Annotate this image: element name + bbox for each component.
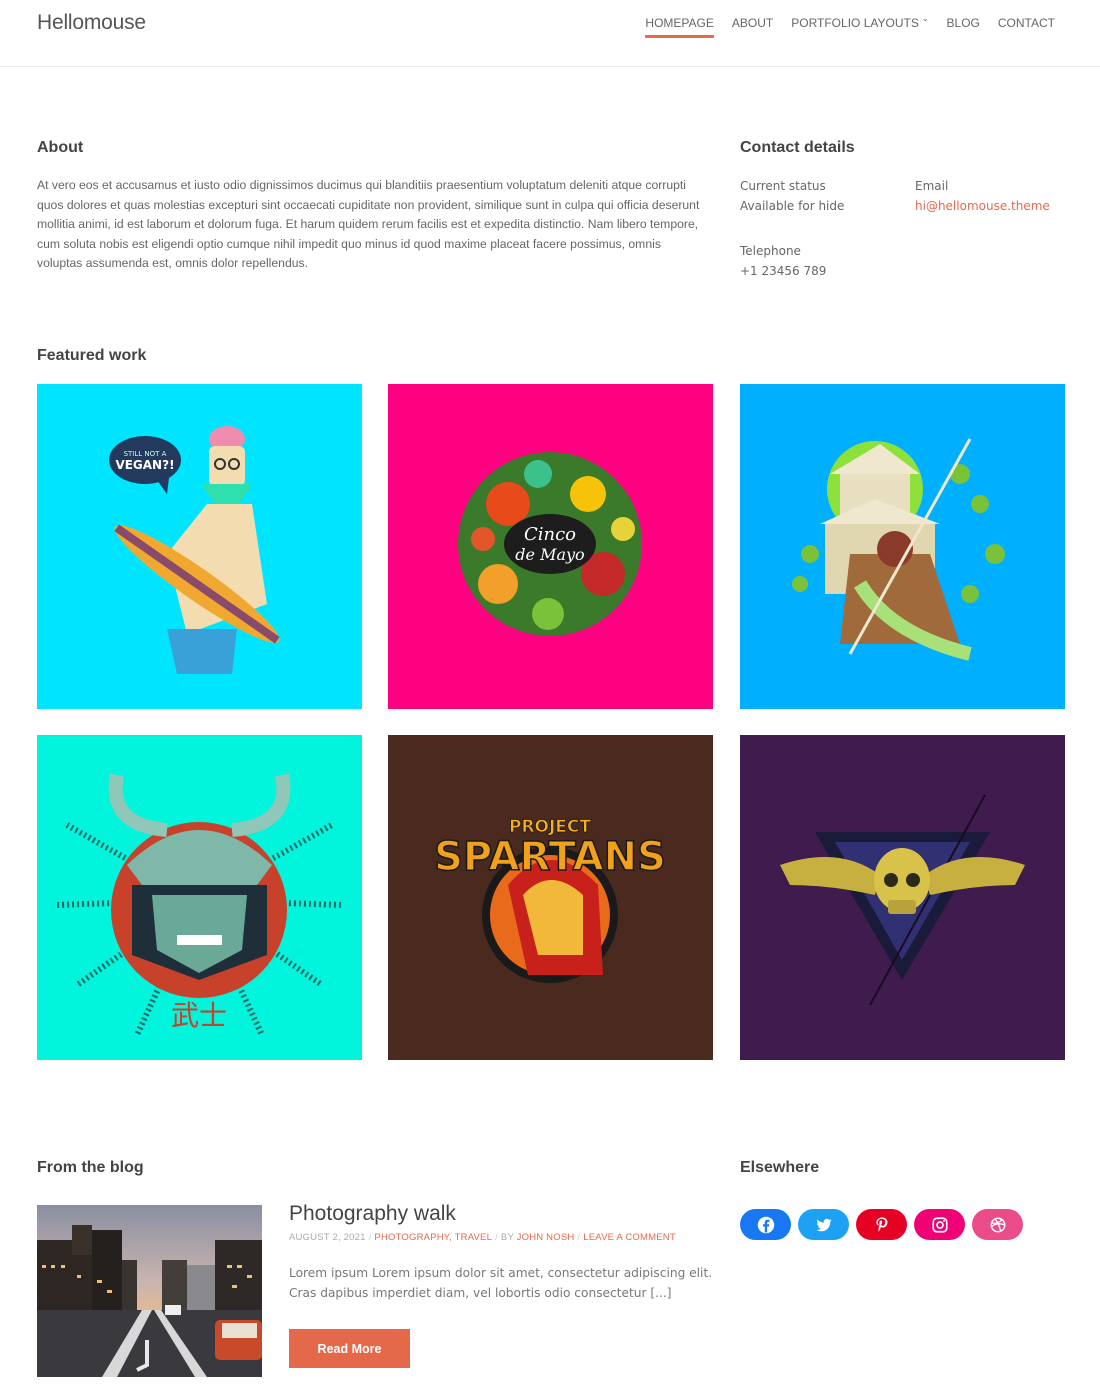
category-link-travel[interactable]: TRAVEL xyxy=(455,1232,492,1243)
nav-blog[interactable]: BLOG xyxy=(947,16,980,38)
dribbble-icon xyxy=(990,1217,1005,1232)
contact-email: Email hi@hellomouse.theme xyxy=(915,177,1085,216)
contact-status: Current status Available for hide xyxy=(740,177,910,216)
post-title[interactable]: Photography walk xyxy=(289,1202,456,1226)
dribbble-link[interactable] xyxy=(972,1209,1023,1240)
city-street-photo xyxy=(37,1205,262,1377)
nav-homepage[interactable]: HOMEPAGE xyxy=(645,16,715,38)
samurai-mask-artwork: 武士 xyxy=(37,735,362,1060)
site-header: Hellomouse HOMEPAGE ABOUT PORTFOLIO LAYO… xyxy=(0,0,1100,67)
chevron-down-icon: ⌄ xyxy=(921,14,929,23)
post-meta: AUGUST 2, 2021/PHOTOGRAPHY, TRAVEL / BY JO… xyxy=(289,1232,676,1243)
site-title[interactable]: Hellomouse xyxy=(37,11,146,35)
portfolio-item-cinco-de-mayo[interactable]: Cinco de Mayo xyxy=(388,384,713,709)
nav-label: BLOG xyxy=(946,16,980,30)
phone-label: Telephone xyxy=(740,244,801,258)
winged-skull-artwork xyxy=(740,735,1065,1060)
author-link[interactable]: JOHN NOSH xyxy=(517,1232,575,1243)
by-label: BY xyxy=(500,1232,514,1243)
portfolio-item-vegan-skater[interactable]: STILL NOT A VEGAN?! xyxy=(37,384,362,709)
nav-portfolio-layouts[interactable]: PORTFOLIO LAYOUTS ⌄ xyxy=(791,14,929,38)
pinterest-icon xyxy=(875,1217,887,1231)
elsewhere-heading: Elsewhere xyxy=(740,1159,820,1176)
twitter-icon xyxy=(816,1218,832,1231)
instagram-link[interactable] xyxy=(914,1209,965,1240)
svg-text:武士: 武士 xyxy=(171,999,227,1032)
portfolio-item-project-spartans[interactable]: PROJECT SPARTANS xyxy=(388,735,713,1060)
svg-text:STILL NOT A: STILL NOT A xyxy=(124,450,167,458)
meta-separator: / xyxy=(495,1232,498,1243)
svg-text:SPARTANS: SPARTANS xyxy=(434,834,666,880)
nav-label: CONTACT xyxy=(997,16,1055,30)
samurai-castle-artwork xyxy=(740,384,1065,709)
facebook-icon xyxy=(757,1216,774,1233)
pinterest-link[interactable] xyxy=(856,1209,907,1240)
post-date: AUGUST 2, 2021 xyxy=(289,1232,366,1243)
nav-label: ABOUT xyxy=(731,16,774,30)
vegan-skater-artwork: STILL NOT A VEGAN?! xyxy=(37,384,362,709)
meta-separator: / xyxy=(368,1232,372,1243)
nav-label: PORTFOLIO LAYOUTS xyxy=(791,16,919,30)
instagram-icon xyxy=(931,1216,948,1233)
phone-value: +1 23456 789 xyxy=(740,263,827,278)
blog-heading: From the blog xyxy=(37,1159,144,1176)
status-value: Available for hide xyxy=(740,198,845,213)
meta-separator: / xyxy=(577,1232,581,1243)
post-thumbnail[interactable] xyxy=(37,1205,262,1377)
comment-link[interactable]: LEAVE A COMMENT xyxy=(583,1232,676,1243)
featured-heading: Featured work xyxy=(37,347,147,364)
email-link[interactable]: hi@hellomouse.theme xyxy=(915,197,1085,217)
svg-text:de Mayo: de Mayo xyxy=(515,545,584,564)
portfolio-item-samurai-mask[interactable]: 武士 xyxy=(37,735,362,1060)
project-spartans-artwork: PROJECT SPARTANS xyxy=(388,735,713,1060)
email-label: Email xyxy=(915,179,949,193)
portfolio-item-winged-skull[interactable] xyxy=(740,735,1065,1060)
read-more-button[interactable]: Read More xyxy=(289,1329,410,1368)
nav-about[interactable]: ABOUT xyxy=(732,16,773,38)
svg-text:Cinco: Cinco xyxy=(524,524,576,545)
svg-text:VEGAN?!: VEGAN?! xyxy=(115,458,174,472)
nav-contact[interactable]: CONTACT xyxy=(998,16,1055,38)
contact-heading: Contact details xyxy=(740,139,855,156)
social-links xyxy=(740,1209,1023,1240)
facebook-link[interactable] xyxy=(740,1209,791,1240)
twitter-link[interactable] xyxy=(798,1209,849,1240)
status-label: Current status xyxy=(740,179,826,193)
post-excerpt: Lorem ipsum Lorem ipsum dolor sit amet, … xyxy=(289,1266,713,1300)
contact-phone: Telephone +1 23456 789 xyxy=(740,242,910,281)
about-heading: About xyxy=(37,139,84,156)
cinco-de-mayo-artwork: Cinco de Mayo xyxy=(388,384,713,709)
nav-label: HOMEPAGE xyxy=(645,16,714,30)
portfolio-item-samurai-castle[interactable] xyxy=(740,384,1065,709)
about-text: At vero eos et accusamus et iusto odio d… xyxy=(37,178,700,270)
main-nav: HOMEPAGE ABOUT PORTFOLIO LAYOUTS ⌄ BLOG C… xyxy=(627,14,1055,38)
category-link-photography[interactable]: PHOTOGRAPHY xyxy=(374,1232,449,1243)
